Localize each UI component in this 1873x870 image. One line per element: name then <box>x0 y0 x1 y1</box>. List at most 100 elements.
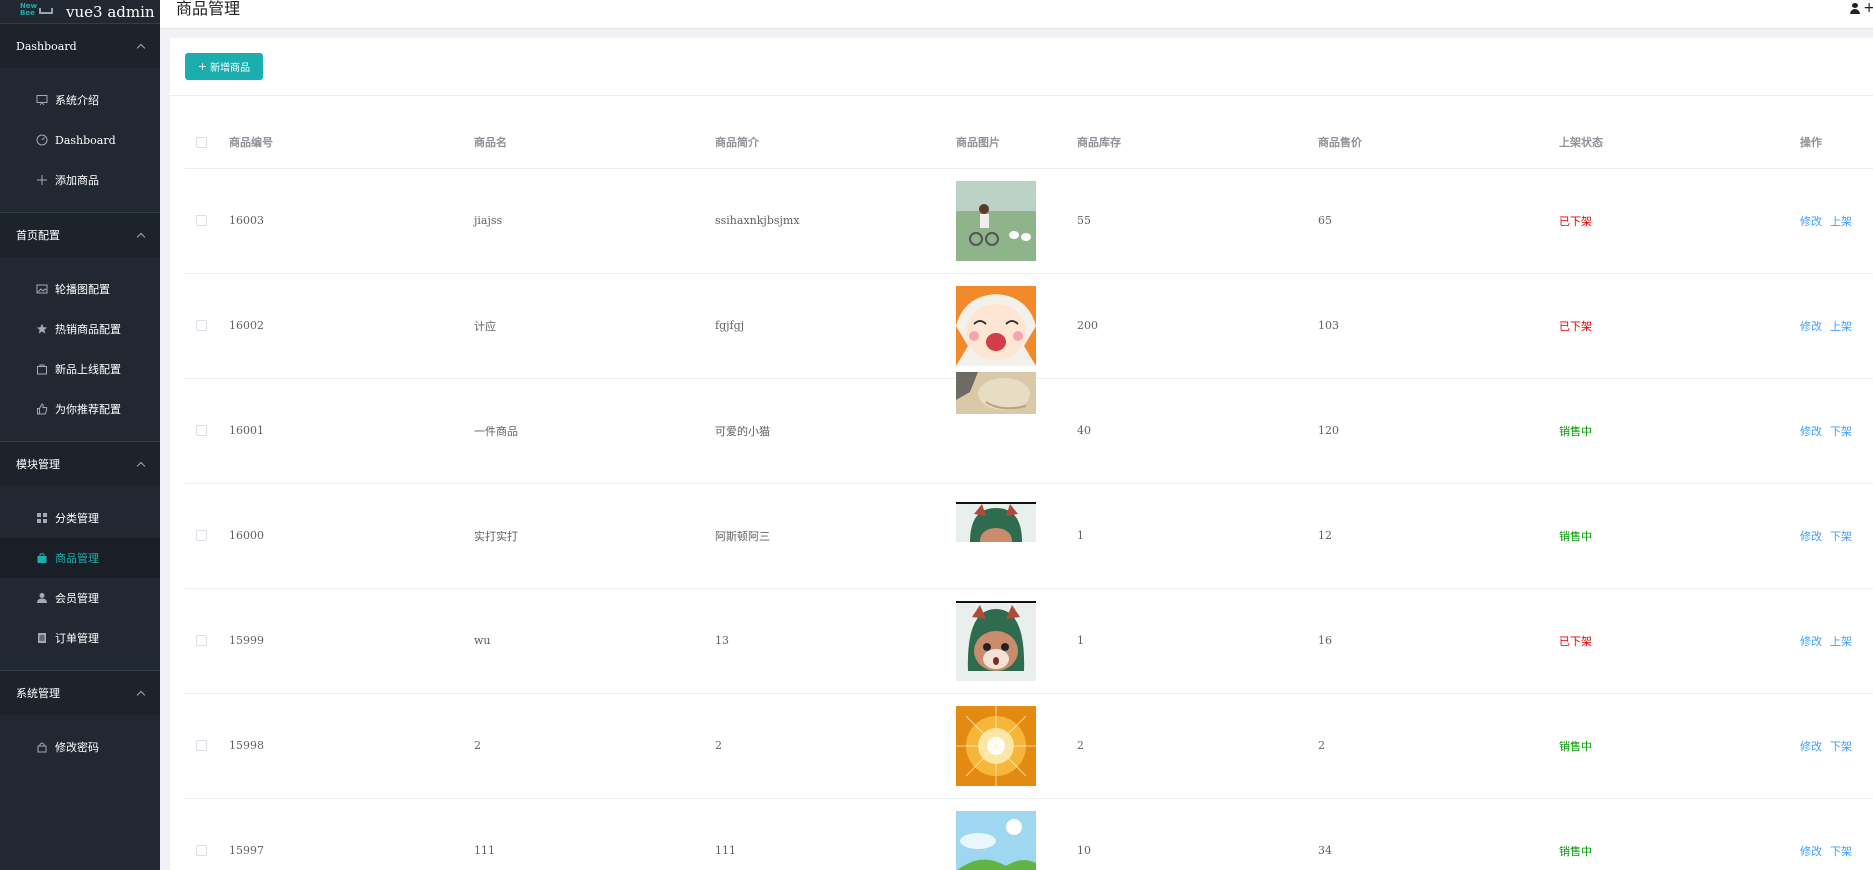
goods-stock: 55 <box>1077 168 1318 274</box>
edit-link[interactable]: 修改 <box>1800 740 1822 753</box>
sidebar-item-hot-goods[interactable]: 热销商品配置 <box>0 309 160 349</box>
toggle-sale-link[interactable]: 上架 <box>1830 320 1852 333</box>
sidebar-item-category[interactable]: 分类管理 <box>0 498 160 538</box>
goods-price: 16 <box>1318 588 1559 694</box>
sidebar-item-orders[interactable]: 订单管理 <box>0 618 160 658</box>
sidebar-item-recommend[interactable]: 为你推荐配置 <box>0 389 160 429</box>
table-row: 15999 wu 13 1 16 已下架 修改 上架 <box>185 588 1873 694</box>
menu-group-title[interactable]: 系统管理 <box>0 671 160 715</box>
column-header[interactable]: 商品图片 <box>956 117 1077 169</box>
edit-link[interactable]: 修改 <box>1800 845 1822 858</box>
sidebar-item-label: 轮播图配置 <box>55 283 110 296</box>
goods-name: 计应 <box>474 273 715 379</box>
menu-group-title[interactable]: 首页配置 <box>0 213 160 257</box>
sidebar-item-intro[interactable]: 系统介绍 <box>0 80 160 120</box>
sidebar-item-dashboard[interactable]: Dashboard <box>0 120 160 160</box>
goods-image[interactable] <box>956 285 1036 366</box>
sidebar-item-members[interactable]: 会员管理 <box>0 578 160 618</box>
goods-card: + 新增商品 商品编号 商品名 商品简介 商品图片 商品库存 商品售价 上架状态… <box>170 38 1873 870</box>
row-checkbox[interactable] <box>196 320 207 331</box>
goods-image-cell <box>956 798 1077 870</box>
goods-intro: 111 <box>715 798 956 870</box>
goods-name: 实打实打 <box>474 483 715 589</box>
column-header[interactable]: 商品售价 <box>1318 117 1559 169</box>
goods-price: 12 <box>1318 483 1559 589</box>
edit-link[interactable]: 修改 <box>1800 215 1822 228</box>
row-checkbox[interactable] <box>196 635 207 646</box>
row-actions: 修改 上架 <box>1800 168 1873 274</box>
goods-intro: 13 <box>715 588 956 694</box>
sidebar-item-label: 添加商品 <box>55 174 99 187</box>
goods-image[interactable] <box>956 371 1036 452</box>
app-title: vue3 admin <box>66 2 155 21</box>
edit-link[interactable]: 修改 <box>1800 530 1822 543</box>
plus-icon[interactable]: + <box>1863 0 1873 16</box>
select-all-checkbox[interactable] <box>196 136 207 148</box>
page-title: 商品管理 <box>176 0 241 18</box>
new-goods-icon <box>36 363 48 375</box>
goods-stock: 40 <box>1077 378 1318 484</box>
row-checkbox[interactable] <box>196 530 207 541</box>
toggle-sale-link[interactable]: 下架 <box>1830 845 1852 858</box>
row-checkbox[interactable] <box>196 215 207 226</box>
sidebar-item-carousel[interactable]: 轮播图配置 <box>0 269 160 309</box>
sidebar-item-label: 为你推荐配置 <box>55 403 121 416</box>
goods-image[interactable] <box>956 501 1036 542</box>
toggle-sale-link[interactable]: 下架 <box>1830 530 1852 543</box>
sidebar-item-add-goods[interactable]: 添加商品 <box>0 160 160 200</box>
goods-image-cell <box>956 483 1077 589</box>
edit-link[interactable]: 修改 <box>1800 425 1822 438</box>
column-header[interactable]: 商品库存 <box>1077 117 1318 169</box>
row-checkbox[interactable] <box>196 425 207 436</box>
plus-icon <box>36 174 48 186</box>
row-actions: 修改 下架 <box>1800 378 1873 484</box>
row-checkbox[interactable] <box>196 740 207 751</box>
toggle-sale-link[interactable]: 上架 <box>1830 215 1852 228</box>
edit-link[interactable]: 修改 <box>1800 320 1822 333</box>
goods-stock: 1 <box>1077 588 1318 694</box>
goods-image[interactable] <box>956 705 1036 786</box>
toggle-sale-link[interactable]: 下架 <box>1830 425 1852 438</box>
table-row: 16000 实打实打 阿斯顿阿三 1 12 销售中 修改 下架 <box>185 483 1873 589</box>
column-header[interactable]: 商品简介 <box>715 117 956 169</box>
toggle-sale-link[interactable]: 上架 <box>1830 635 1852 648</box>
chevron-up-icon <box>136 232 146 242</box>
sale-status: 销售中 <box>1559 378 1800 484</box>
goods-image[interactable] <box>956 810 1036 870</box>
goods-intro: ssihaxnkjbsjmx <box>715 168 956 274</box>
row-actions: 修改 上架 <box>1800 273 1873 379</box>
menu-group-title[interactable]: 模块管理 <box>0 442 160 486</box>
goods-intro: 2 <box>715 693 956 799</box>
add-goods-button[interactable]: + 新增商品 <box>185 53 263 80</box>
presentation-icon <box>36 94 48 106</box>
row-checkbox[interactable] <box>196 845 207 856</box>
goods-price: 103 <box>1318 273 1559 379</box>
goods-image-cell <box>956 588 1077 694</box>
edit-link[interactable]: 修改 <box>1800 635 1822 648</box>
top-header: 商品管理 + <box>160 0 1873 29</box>
column-header[interactable]: 操作 <box>1800 117 1873 169</box>
star-icon <box>36 323 48 335</box>
sidebar-item-label: 修改密码 <box>55 741 99 754</box>
column-header[interactable]: 上架状态 <box>1559 117 1800 169</box>
logo[interactable]: New Bee vue3 admin <box>0 0 160 23</box>
newbee-logo-icon: New Bee <box>20 2 56 19</box>
sidebar-item-change-password[interactable]: 修改密码 <box>0 727 160 767</box>
goods-intro: fgjfgj <box>715 273 956 379</box>
column-header[interactable]: 商品名 <box>474 117 715 169</box>
row-actions: 修改 下架 <box>1800 693 1873 799</box>
goods-name: 一件商品 <box>474 378 715 484</box>
goods-image[interactable] <box>956 180 1036 261</box>
user-icon[interactable] <box>1850 3 1860 14</box>
menu-group-title[interactable]: Dashboard <box>0 24 160 68</box>
sidebar-item-goods[interactable]: 商品管理 <box>0 538 160 578</box>
goods-table: 商品编号 商品名 商品简介 商品图片 商品库存 商品售价 上架状态 操作 160… <box>185 117 1873 870</box>
toggle-sale-link[interactable]: 下架 <box>1830 740 1852 753</box>
sidebar-item-new-goods[interactable]: 新品上线配置 <box>0 349 160 389</box>
column-header[interactable]: 商品编号 <box>229 117 474 169</box>
goods-image[interactable] <box>956 600 1036 681</box>
grid-icon <box>36 512 48 524</box>
goods-name: 2 <box>474 693 715 799</box>
menu-group-system: 系统管理 修改密码 <box>0 670 160 779</box>
goods-price: 34 <box>1318 798 1559 870</box>
